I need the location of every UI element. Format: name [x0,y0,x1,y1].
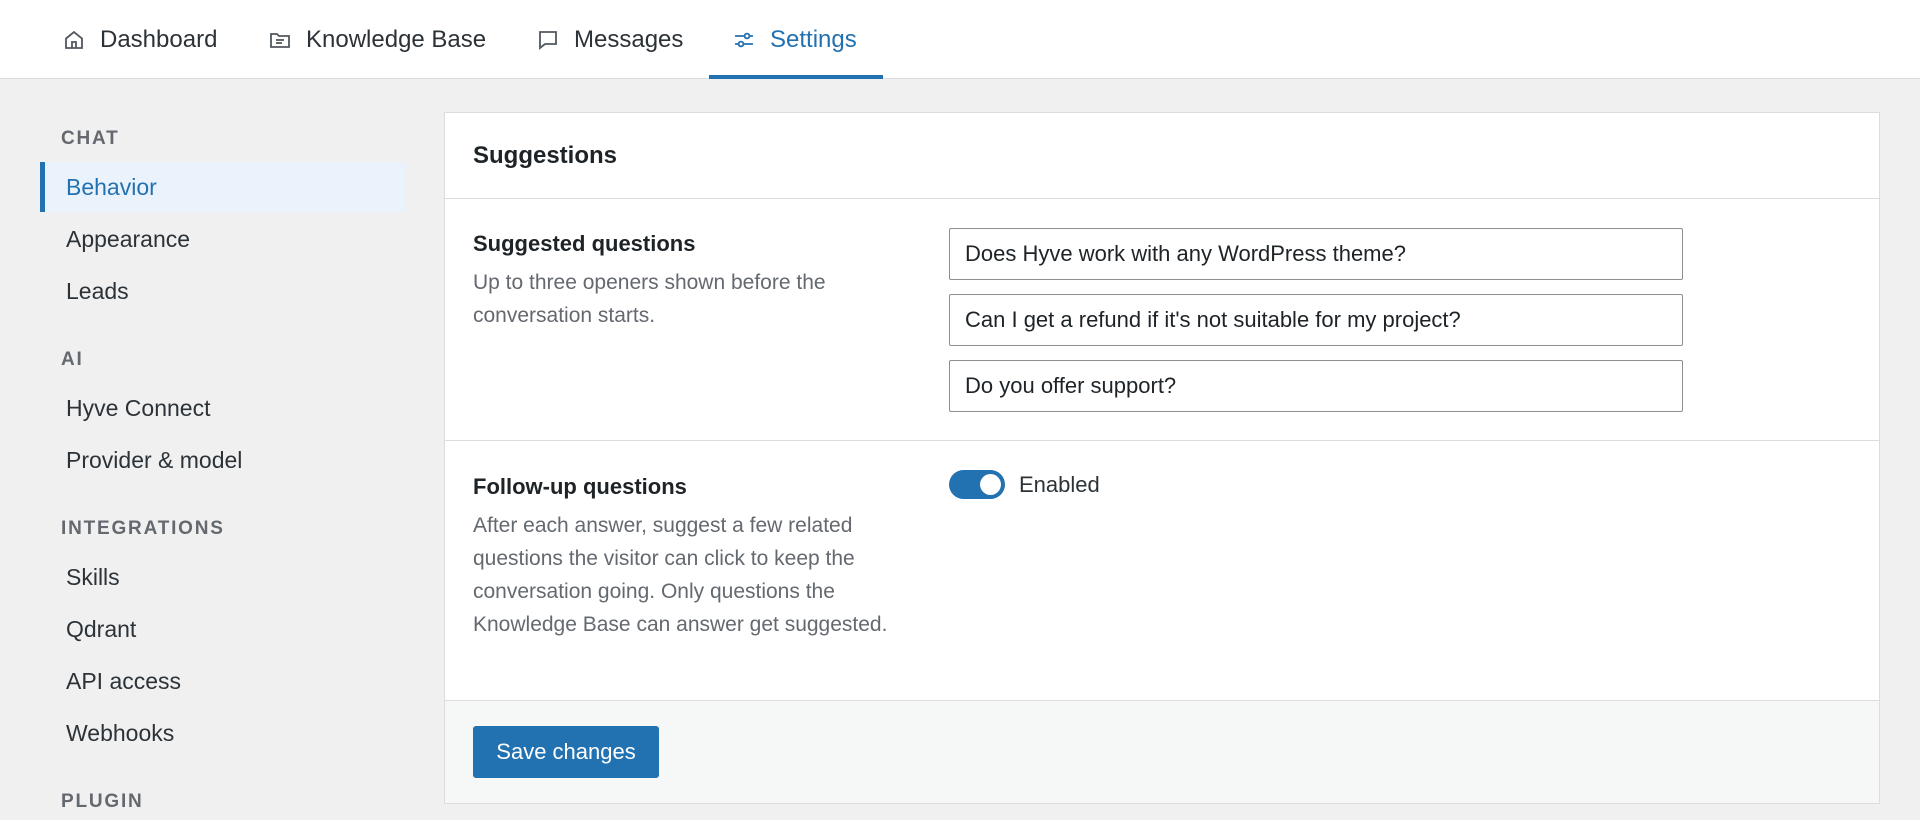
suggested-questions-description: Up to three openers shown before the con… [473,271,826,327]
toggle-label: Enabled [1019,471,1100,497]
tab-label: Settings [770,25,857,53]
sidebar-item-webhooks[interactable]: Webhooks [40,708,405,758]
follow-up-questions-title: Follow-up questions [473,474,687,499]
sidebar-item-appearance[interactable]: Appearance [40,214,405,264]
save-changes-button[interactable]: Save changes [473,726,659,778]
suggestions-card: Suggestions Suggested questions Up to th… [444,112,1880,804]
card-footer: Save changes [445,700,1879,803]
sidebar-item-qdrant[interactable]: Qdrant [40,604,405,654]
suggested-questions-title: Suggested questions [473,231,696,256]
sidebar-item-behavior[interactable]: Behavior [40,162,405,212]
section-heading-plugin: PLUGIN [61,791,144,812]
section-heading-chat: CHAT [61,128,120,149]
suggested-question-input-1[interactable] [949,228,1683,280]
folder-icon [270,32,290,48]
follow-up-questions-description: After each answer, suggest a few related… [473,514,888,636]
sidebar-item-leads[interactable]: Leads [40,266,405,316]
sidebar-item-skills[interactable]: Skills [40,552,405,602]
active-tab-indicator [709,75,883,79]
card-title: Suggestions [445,113,1879,199]
tab-messages[interactable]: Messages [536,0,683,79]
message-icon [539,30,557,50]
sidebar-item-provider-model[interactable]: Provider & model [40,435,405,485]
tab-label: Dashboard [100,25,218,53]
sliders-icon [735,32,753,47]
home-icon [65,30,83,49]
row-divider [445,440,1879,441]
tab-settings[interactable]: Settings [732,0,857,79]
tab-label: Messages [574,25,684,53]
toggle-knob [980,474,1001,495]
section-heading-ai: AI [61,349,84,370]
follow-up-toggle[interactable] [949,470,1005,499]
top-navigation: Dashboard Knowledge Base Messages Settin… [0,0,1920,79]
tab-knowledge-base[interactable]: Knowledge Base [268,0,486,79]
tab-dashboard[interactable]: Dashboard [62,0,217,79]
suggested-question-input-2[interactable] [949,294,1683,346]
suggested-question-input-3[interactable] [949,360,1683,412]
sidebar-item-hyve-connect[interactable]: Hyve Connect [40,383,405,433]
section-heading-integrations: INTEGRATIONS [61,518,225,539]
sidebar-item-api-access[interactable]: API access [40,656,405,706]
tab-label: Knowledge Base [306,25,487,53]
